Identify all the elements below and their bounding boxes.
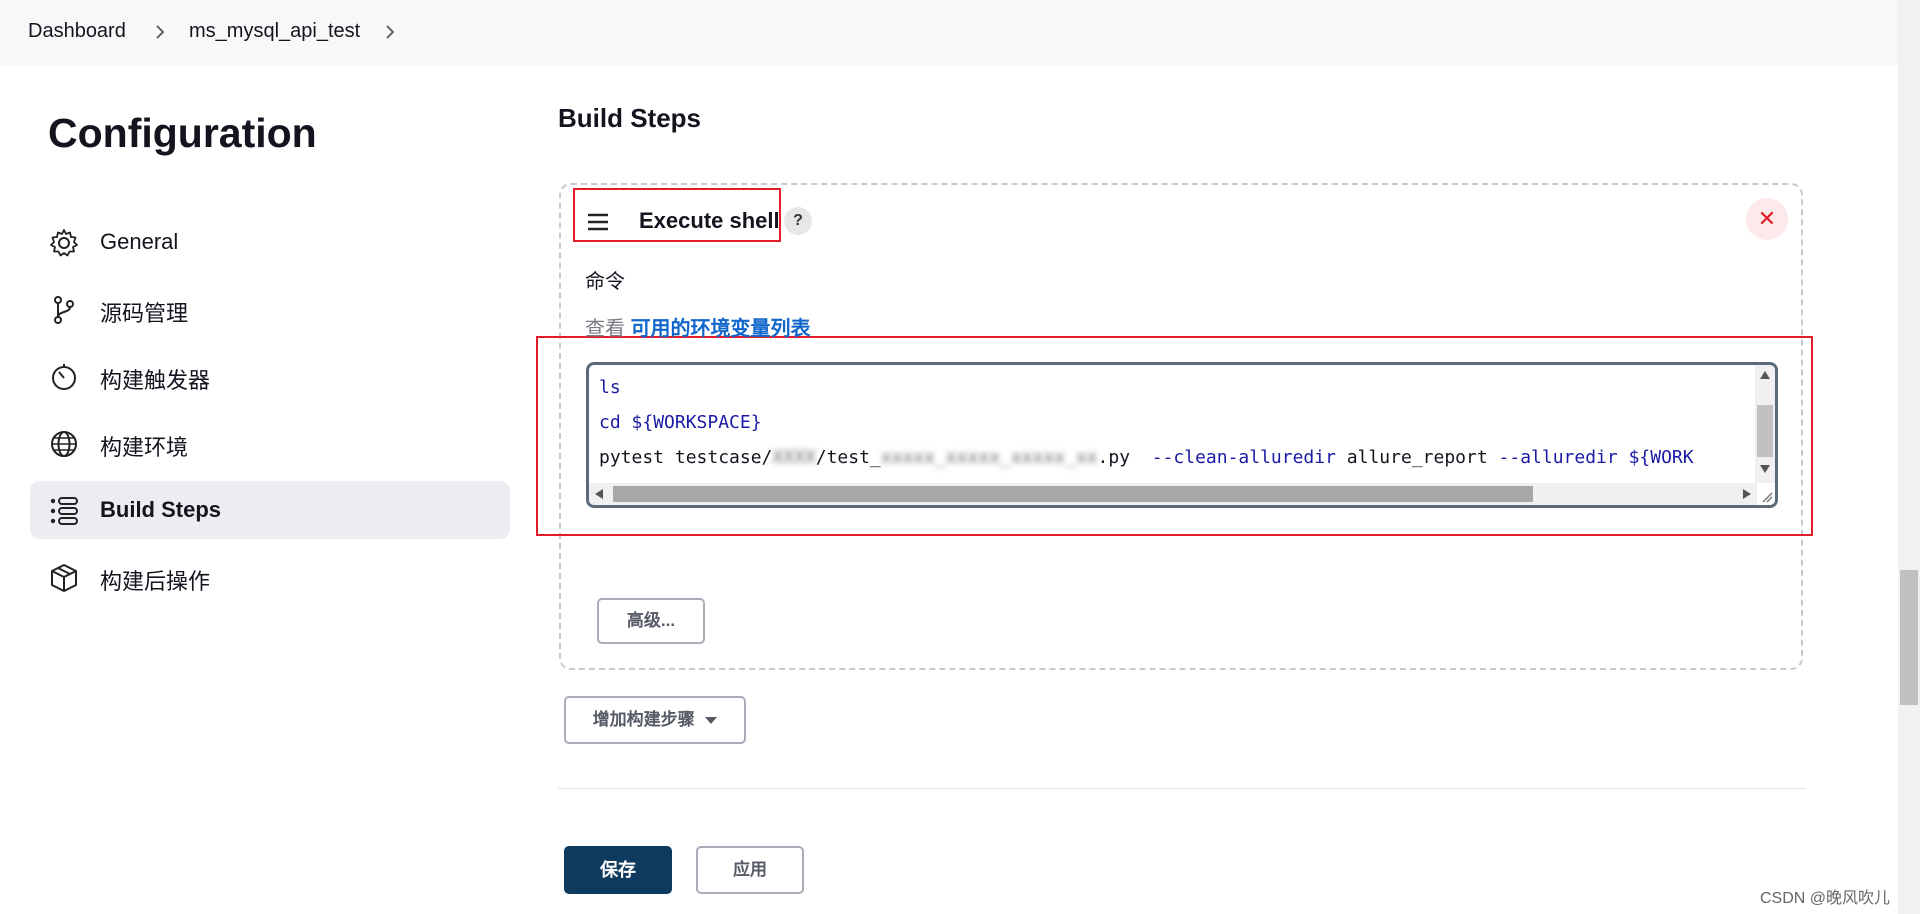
sidebar-item-build-steps[interactable]: Build Steps xyxy=(30,481,510,539)
env-vars-prefix: 查看 xyxy=(585,318,625,340)
package-icon xyxy=(51,564,77,592)
breadcrumb-dashboard[interactable]: Dashboard xyxy=(28,20,126,43)
code-line: pytest testcase/XXXX/test_xxxxx_xxxxx_xx… xyxy=(599,447,1694,468)
command-textarea[interactable]: ls cd ${WORKSPACE} pytest testcase/XXXX/… xyxy=(586,362,1778,508)
sidebar-item-label: 构建环境 xyxy=(100,435,189,460)
step-title: Execute shell xyxy=(639,208,780,233)
advanced-button[interactable]: 高级... xyxy=(597,598,705,644)
sidebar-item-post-build[interactable]: 构建后操作 xyxy=(30,548,510,606)
list-icon xyxy=(50,497,78,525)
sidebar-item-label: 构建后操作 xyxy=(100,569,211,594)
section-title: Build Steps xyxy=(558,103,702,133)
breadcrumb: Dashboard ms_mysql_api_test xyxy=(0,0,1920,65)
timer-icon xyxy=(52,364,76,390)
scroll-right-icon[interactable] xyxy=(1743,489,1751,499)
page-scrollbar-thumb[interactable] xyxy=(1900,570,1918,705)
help-icon[interactable]: ? xyxy=(784,207,812,235)
save-button[interactable]: 保存 xyxy=(564,846,672,894)
command-label: 命令 xyxy=(585,271,625,293)
vscroll-thumb[interactable] xyxy=(1757,405,1773,457)
code-line: cd ${WORKSPACE} xyxy=(599,412,762,433)
add-build-step-label: 增加构建步骤 xyxy=(592,710,695,729)
sidebar-item-label: Build Steps xyxy=(100,497,222,522)
env-vars-link[interactable]: 可用的环境变量列表 xyxy=(631,318,811,340)
sidebar-item-triggers[interactable]: 构建触发器 xyxy=(30,347,510,405)
hscroll-thumb[interactable] xyxy=(613,486,1533,502)
close-icon[interactable]: ✕ xyxy=(1746,198,1788,240)
chevron-right-icon[interactable] xyxy=(380,22,400,42)
sidebar-item-general[interactable]: General xyxy=(30,213,510,271)
drag-handle-icon[interactable] xyxy=(585,210,611,234)
breadcrumb-job[interactable]: ms_mysql_api_test xyxy=(189,20,360,43)
caret-down-icon xyxy=(705,716,718,724)
globe-icon xyxy=(51,431,77,457)
code-horizontal-scrollbar[interactable] xyxy=(589,483,1757,505)
branch-icon xyxy=(54,296,74,324)
env-vars-line: 查看 可用的环境变量列表 xyxy=(585,312,811,341)
apply-button[interactable]: 应用 xyxy=(696,846,804,894)
page-scrollbar[interactable] xyxy=(1898,0,1920,914)
sidebar-item-label: General xyxy=(100,229,179,254)
page-title: Configuration xyxy=(48,110,317,156)
scroll-left-icon[interactable] xyxy=(595,489,603,499)
code-vertical-scrollbar[interactable] xyxy=(1755,365,1775,483)
sidebar-item-label: 源码管理 xyxy=(100,301,189,326)
sidebar-item-label: 构建触发器 xyxy=(100,368,211,393)
sidebar-item-scm[interactable]: 源码管理 xyxy=(30,280,510,338)
divider xyxy=(558,788,1806,789)
chevron-right-icon xyxy=(156,25,165,39)
scroll-up-icon[interactable] xyxy=(1760,371,1770,379)
code-line: ls xyxy=(599,377,621,398)
add-build-step-button[interactable]: 增加构建步骤 xyxy=(564,696,746,744)
watermark: CSDN @晚风吹儿 xyxy=(1760,890,1891,907)
scroll-down-icon[interactable] xyxy=(1760,465,1770,473)
gear-icon xyxy=(50,229,78,257)
sidebar-item-environment[interactable]: 构建环境 xyxy=(30,414,510,472)
resize-handle-icon[interactable] xyxy=(1759,489,1773,503)
